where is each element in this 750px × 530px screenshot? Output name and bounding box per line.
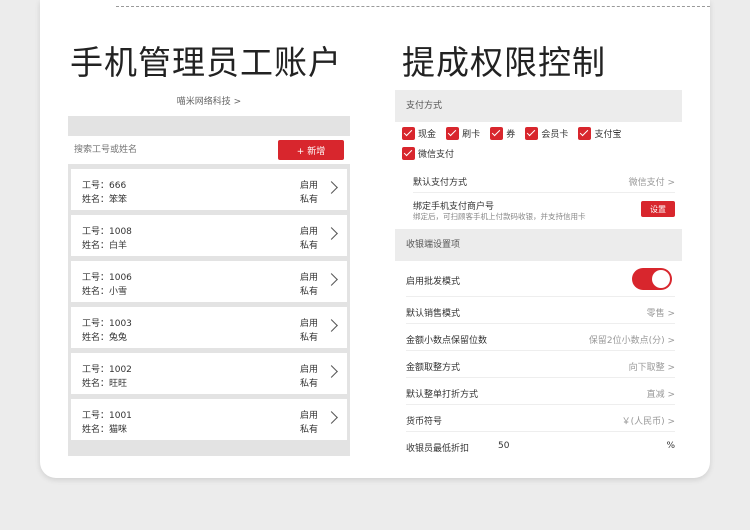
heading-commission-permissions: 提成权限控制 [402, 43, 606, 82]
min-discount-row: 收银员最低折扣 50 % [406, 432, 675, 458]
employee-id: 工号：1002 [82, 365, 132, 375]
employee-row[interactable]: 工号：1008 姓名：白羊 启用 私有 [71, 215, 347, 256]
rounding-mode-option[interactable]: 金额取整方式 向下取整 > [406, 351, 675, 378]
heading-employee-accounts: 手机管理员工账户 [70, 43, 342, 82]
employee-status: 启用 [299, 411, 318, 421]
decimal-places-option[interactable]: 金额小数点保留位数 保留2位小数点(分) > [406, 324, 675, 351]
batch-mode-toggle[interactable] [632, 268, 672, 290]
employee-id: 工号：1001 [82, 411, 132, 421]
default-sales-mode-option[interactable]: 默认销售模式 零售 > [406, 297, 675, 324]
bind-merchant-row: 绑定手机支付商户号 绑定后，可扫顾客手机上付款码收银，并支持信用卡 设置 [413, 193, 675, 225]
employee-row[interactable]: 工号：1006 姓名：小雪 启用 私有 [71, 261, 347, 302]
employee-status: 启用 [299, 319, 318, 329]
employee-id: 工号：1003 [82, 319, 132, 329]
order-discount-option[interactable]: 默认整单打折方式 直减 > [406, 378, 675, 405]
employee-status: 启用 [299, 273, 318, 283]
employee-scope: 私有 [299, 287, 318, 297]
chevron-right-icon [325, 365, 338, 378]
employee-scope: 私有 [299, 425, 318, 435]
chevron-right-icon [325, 181, 338, 194]
employee-scope: 私有 [299, 241, 318, 251]
dashed-divider [116, 6, 710, 7]
search-bar: + 新增 [68, 136, 350, 164]
payment-checkbox-coupon[interactable]: 券 [490, 127, 515, 140]
default-payment-option[interactable]: 默认支付方式 微信支付 > [413, 167, 675, 193]
employee-id: 工号：1006 [82, 273, 132, 283]
checkbox-checked-icon [402, 127, 415, 140]
employee-name: 姓名：小雪 [82, 287, 128, 297]
employee-name: 姓名：兔兔 [82, 333, 128, 343]
checkbox-checked-icon [446, 127, 460, 140]
setup-merchant-button[interactable]: 设置 [641, 201, 675, 217]
payment-checkbox-alipay[interactable]: 支付宝 [578, 127, 621, 140]
percent-unit: % [666, 441, 675, 451]
checkbox-checked-icon [578, 127, 592, 140]
checkbox-checked-icon [490, 127, 504, 140]
employee-scope: 私有 [299, 379, 318, 389]
search-input[interactable] [74, 136, 254, 164]
employee-row[interactable]: 工号：1003 姓名：兔兔 启用 私有 [71, 307, 347, 348]
employee-list: 工号：666 姓名：笨笨 启用 私有 工号：1008 姓名：白羊 启用 私有 工… [68, 164, 350, 440]
payment-checkbox-card[interactable]: 刷卡 [446, 127, 480, 140]
employee-name: 姓名：旺旺 [82, 379, 128, 389]
employee-scope: 私有 [299, 333, 318, 343]
employee-list-panel: 喵米网络科技 > + 新增 工号：666 姓名：笨笨 启用 私有 工号：1008… [68, 90, 350, 456]
currency-symbol-option[interactable]: 货币符号 ￥(人民币) > [406, 405, 675, 432]
payment-checkbox-cash[interactable]: 现金 [402, 127, 436, 140]
batch-mode-row: 启用批发模式 [406, 261, 675, 297]
add-employee-button[interactable]: + 新增 [278, 140, 344, 160]
checkbox-checked-icon [525, 127, 539, 140]
employee-row[interactable]: 工号：1001 姓名：猫咪 启用 私有 [71, 399, 347, 440]
employee-name: 姓名：白羊 [82, 241, 128, 251]
settings-panel: 支付方式 现金 刷卡 券 会员卡 支付宝 微信支付 默认支付方式 微信支付 > … [395, 90, 682, 458]
payment-checkbox-member-card[interactable]: 会员卡 [525, 127, 568, 140]
min-discount-input[interactable]: 50 [498, 441, 509, 451]
employee-status: 启用 [299, 181, 318, 191]
chevron-right-icon [325, 227, 338, 240]
employee-status: 启用 [299, 227, 318, 237]
employee-row[interactable]: 工号：1002 姓名：旺旺 启用 私有 [71, 353, 347, 394]
payment-methods: 现金 刷卡 券 会员卡 支付宝 微信支付 [395, 122, 682, 167]
employee-status: 启用 [299, 365, 318, 375]
employee-name: 姓名：猫咪 [82, 425, 128, 435]
employee-scope: 私有 [299, 195, 318, 205]
chevron-right-icon [325, 319, 338, 332]
employee-row[interactable]: 工号：666 姓名：笨笨 启用 私有 [71, 169, 347, 210]
payment-checkbox-wechat[interactable]: 微信支付 [402, 147, 454, 160]
register-section-header: 收银端设置项 [395, 229, 682, 261]
employee-id: 工号：666 [82, 181, 127, 191]
chevron-right-icon [325, 273, 338, 286]
checkbox-checked-icon [402, 147, 415, 160]
content-card: 手机管理员工账户 提成权限控制 喵米网络科技 > + 新增 工号：666 姓名：… [40, 0, 710, 478]
employee-name: 姓名：笨笨 [82, 195, 128, 205]
chevron-right-icon [325, 411, 338, 424]
payment-section-header: 支付方式 [395, 90, 682, 122]
employee-id: 工号：1008 [82, 227, 132, 237]
company-breadcrumb[interactable]: 喵米网络科技 > [68, 90, 350, 116]
